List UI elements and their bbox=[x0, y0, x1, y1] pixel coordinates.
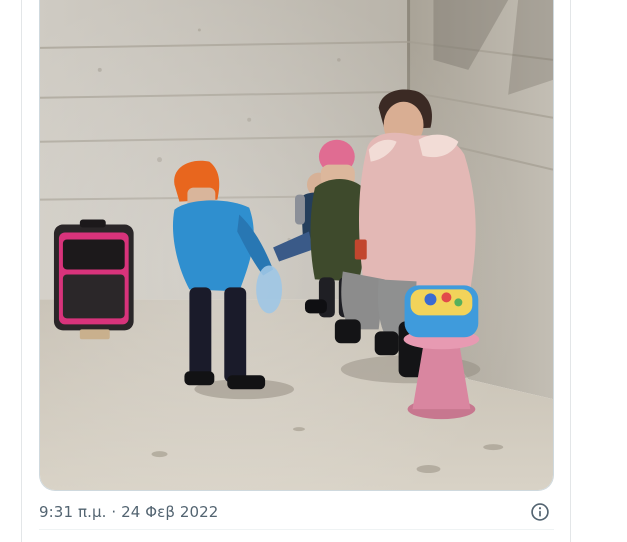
tweet-card: 9:31 π.μ. · 24 Φεβ 2022 bbox=[21, 0, 571, 542]
divider bbox=[39, 529, 554, 530]
tweet-meta: 9:31 π.μ. · 24 Φεβ 2022 bbox=[39, 501, 554, 523]
suitcase bbox=[53, 219, 134, 340]
info-circle-icon bbox=[531, 503, 549, 521]
info-button[interactable] bbox=[529, 501, 551, 523]
tweet-photo[interactable] bbox=[39, 0, 554, 491]
basement-photo-illustration bbox=[40, 0, 553, 490]
tweet-timestamp[interactable]: 9:31 π.μ. · 24 Φεβ 2022 bbox=[39, 503, 218, 521]
